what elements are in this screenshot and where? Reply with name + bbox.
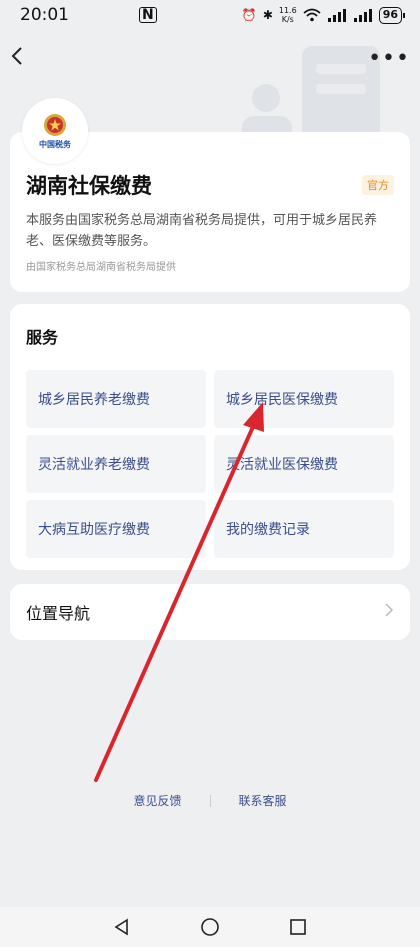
status-bar: 20:01 N ⏰ ✱ 11.6 K/s 96 [0, 0, 420, 30]
back-triangle-icon[interactable] [112, 917, 132, 937]
service-description: 本服务由国家税务总局湖南省税务局提供，可用于城乡居民养老、医保缴费等服务。 [26, 213, 378, 249]
bluetooth-icon: ✱ [262, 8, 273, 22]
status-time: 20:01 [20, 5, 69, 25]
back-icon[interactable] [10, 43, 40, 73]
more-icon[interactable]: ••• [368, 46, 410, 71]
service-flexible-pension[interactable]: 灵活就业养老缴费 [26, 435, 206, 493]
emblem-icon [44, 114, 66, 136]
location-nav-label: 位置导航 [26, 604, 91, 623]
chevron-right-icon [384, 602, 394, 623]
wifi-icon [303, 8, 321, 22]
tax-bureau-logo: 中国税务 [22, 98, 88, 164]
support-link[interactable]: 联系客服 [239, 792, 287, 809]
top-nav-bar: ••• [0, 36, 420, 80]
service-flexible-medical[interactable]: 灵活就业医保缴费 [214, 435, 394, 493]
system-nav-bar [0, 907, 420, 947]
service-payment-records[interactable]: 我的缴费记录 [214, 500, 394, 558]
service-rural-pension[interactable]: 城乡居民养老缴费 [26, 370, 206, 428]
footer-links: 意见反馈 联系客服 [0, 792, 420, 809]
alarm-icon: ⏰ [241, 8, 257, 22]
services-section-title: 服务 [26, 328, 59, 347]
battery-indicator: 96 [378, 6, 406, 24]
footer-divider [209, 794, 211, 807]
official-badge: 官方 [362, 175, 394, 195]
home-circle-icon[interactable] [200, 917, 220, 937]
services-card: 服务 城乡居民养老缴费 城乡居民医保缴费 灵活就业养老缴费 灵活就业医保缴费 大… [10, 304, 410, 570]
location-nav-card[interactable]: 位置导航 [10, 584, 410, 640]
services-grid: 城乡居民养老缴费 城乡居民医保缴费 灵活就业养老缴费 灵活就业医保缴费 大病互助… [26, 370, 394, 558]
signal-icon [327, 8, 346, 22]
service-title: 湖南社保缴费 [26, 174, 152, 198]
logo-text: 中国税务 [39, 140, 71, 149]
signal-icon-2 [353, 8, 372, 22]
provider-text: 由国家税务总局湖南省税务局提供 [26, 262, 176, 273]
service-critical-illness[interactable]: 大病互助医疗缴费 [26, 500, 206, 558]
nfc-icon: N [139, 7, 157, 23]
network-speed: 11.6 K/s [278, 6, 297, 24]
recents-square-icon[interactable] [288, 917, 308, 937]
feedback-link[interactable]: 意见反馈 [133, 792, 181, 809]
service-rural-medical[interactable]: 城乡居民医保缴费 [214, 370, 394, 428]
